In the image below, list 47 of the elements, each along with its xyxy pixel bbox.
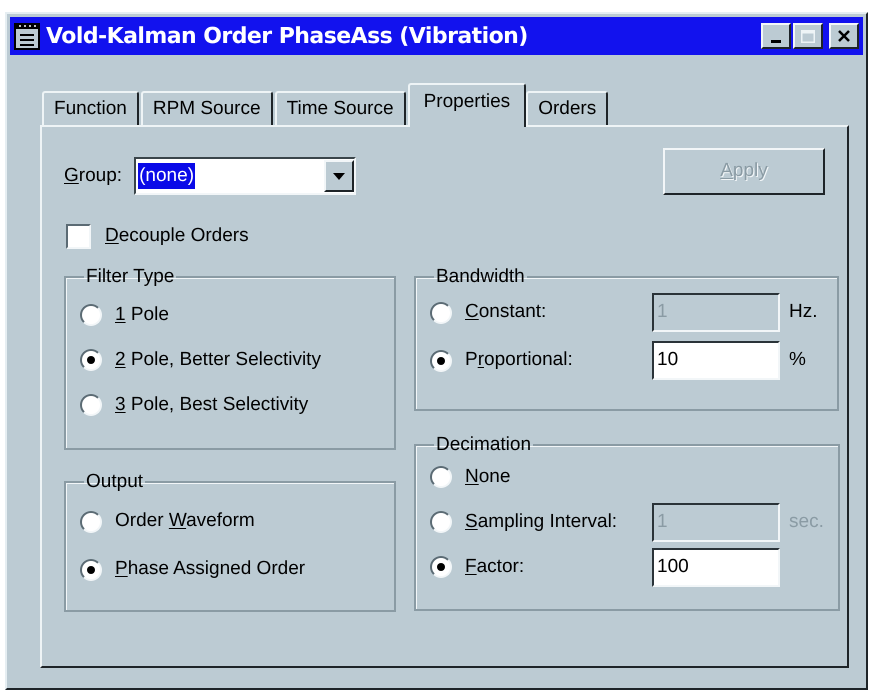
tab[interactable]: RPM Source [140,91,273,125]
dropdown-button[interactable] [324,160,354,192]
checkbox[interactable] [66,224,91,249]
dropdown-value: (none) [138,163,196,189]
unit-label: % [789,348,806,372]
tab[interactable]: Time Source [274,91,406,125]
radio-button[interactable] [80,558,102,580]
close-icon [838,30,850,42]
radio-button[interactable] [430,511,452,533]
radio-button[interactable] [430,350,452,372]
group-title: Filter Type [85,266,176,286]
radio-label: Factor: [465,554,526,579]
radio-label: Proportional: [465,348,574,372]
unit-label: Hz. [789,300,818,324]
notepad-icon [14,22,40,50]
radio-label: None [465,464,512,489]
radio-label: Phase Assigned Order [115,557,306,582]
group-dropdown[interactable]: (none) [134,157,356,195]
radio-button[interactable] [80,349,102,371]
minimize-button[interactable] [761,23,791,49]
text-field[interactable]: 10 [652,341,780,380]
close-button[interactable] [829,23,859,49]
tab[interactable]: Orders [526,91,608,125]
window-title: Vold-Kalman Order PhaseAss (Vibration) [46,22,528,50]
minimize-icon [771,40,781,43]
radio-button[interactable] [430,302,452,324]
checkbox-label: Decouple Orders [105,224,249,248]
radio-label: 2 Pole, Better Selectivity [115,348,321,372]
radio-button[interactable] [80,394,102,416]
radio-button[interactable] [430,556,452,578]
group-title: Decimation [435,434,532,454]
maximize-icon [801,30,815,42]
group-title: Output [85,472,144,492]
radio-button[interactable] [80,304,102,326]
radio-label: Constant: [465,300,548,324]
caret-icon [333,172,346,180]
tab[interactable]: Properties [408,83,526,127]
radio-label: 1 Pole [115,302,169,327]
text-field[interactable]: 100 [652,548,780,586]
group-label: Group: [64,164,122,188]
radio-label: Order Waveform [115,509,255,534]
radio-button[interactable] [430,466,452,488]
tab[interactable]: Function [42,91,139,125]
radio-button[interactable] [80,510,102,532]
radio-label: 3 Pole, Best Selectivity [115,392,308,417]
radio-label: Sampling Interval: [465,510,618,534]
group-title: Bandwidth [435,266,526,286]
